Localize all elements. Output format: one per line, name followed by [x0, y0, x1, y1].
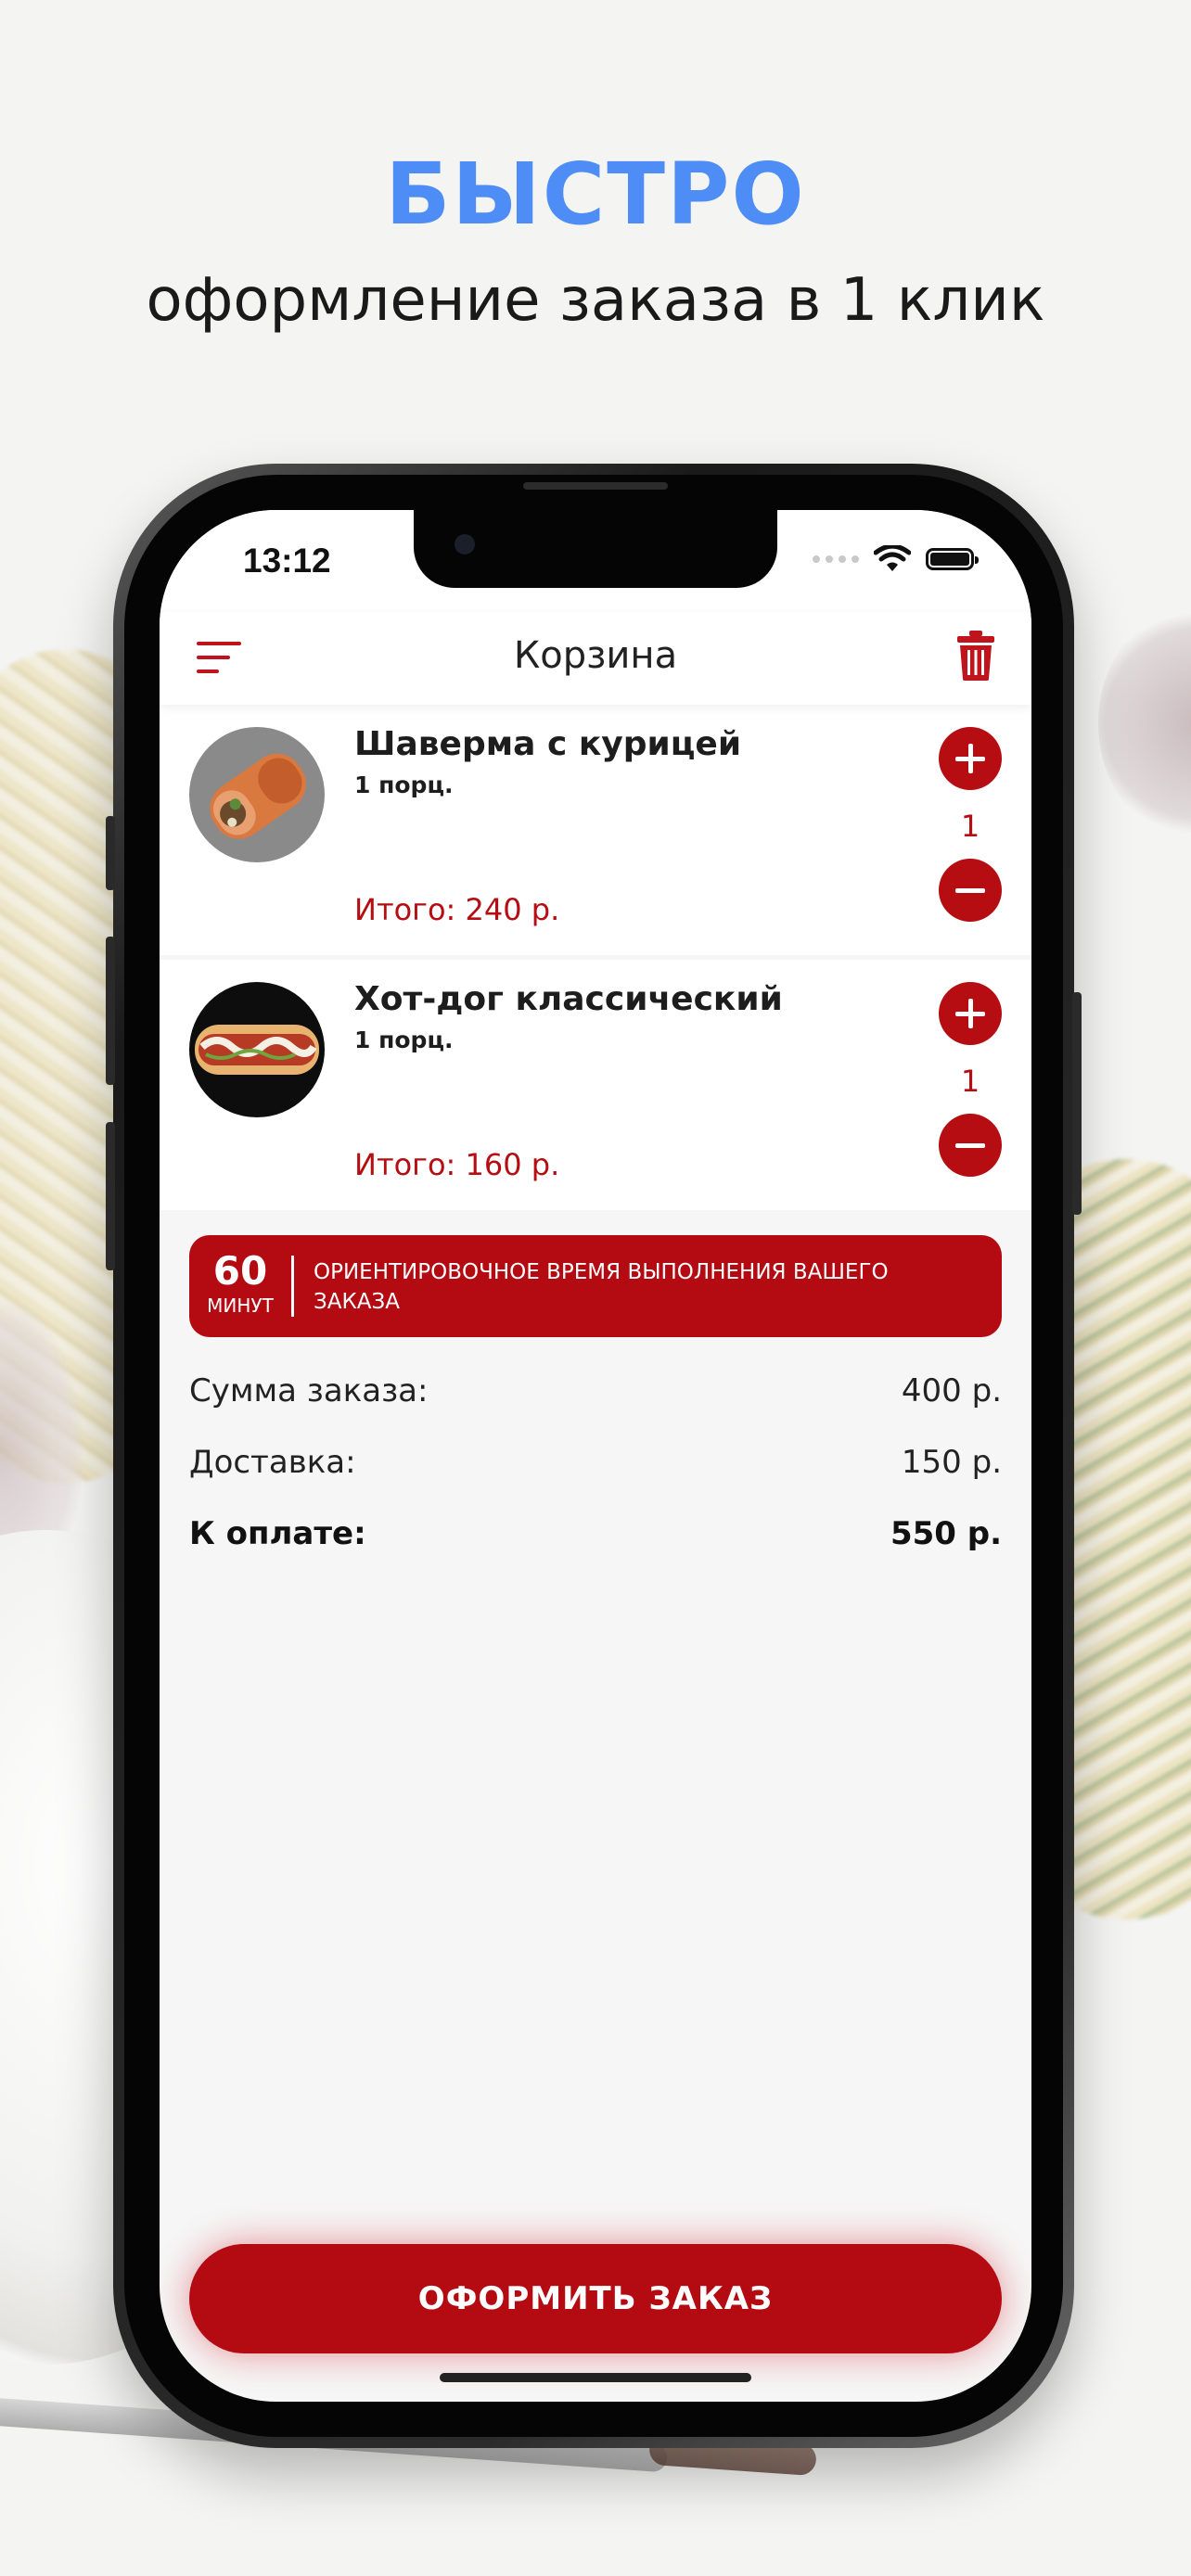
item-name: Хот-дог классический	[354, 980, 783, 1018]
total-value: 550 р.	[890, 1515, 1002, 1552]
decrease-quantity-button[interactable]	[939, 859, 1002, 922]
checkout-button[interactable]: ОФОРМИТЬ ЗАКАЗ	[189, 2244, 1002, 2353]
phone-side-button	[106, 816, 115, 890]
page-title: Корзина	[513, 634, 678, 677]
minus-icon	[955, 888, 985, 893]
camera-icon	[455, 534, 475, 555]
headline-title: БЫСТРО	[385, 145, 806, 244]
phone-side-button	[1072, 992, 1082, 1215]
home-indicator	[440, 2373, 751, 2382]
increase-quantity-button[interactable]	[939, 727, 1002, 790]
item-portion: 1 порц.	[354, 772, 454, 798]
delivery-time-value: 60	[212, 1248, 268, 1294]
wine-glass-decoration	[1098, 603, 1191, 844]
phone-side-button	[106, 1122, 115, 1270]
total-label: К оплате:	[189, 1515, 366, 1552]
subtotal-label: Сумма заказа:	[189, 1372, 429, 1409]
phone-screen: 13:12 Корзина Шаверма с курицей 1 порц. …	[160, 510, 1031, 2402]
battery-icon	[926, 548, 979, 570]
delivery-value: 150 р.	[901, 1444, 1002, 1481]
increase-quantity-button[interactable]	[939, 982, 1002, 1045]
hotdog-image	[189, 982, 325, 1117]
item-quantity: 1	[960, 1064, 980, 1099]
wifi-icon	[874, 545, 911, 571]
signal-icon	[813, 555, 859, 563]
headline-subtitle: оформление заказа в 1 клик	[146, 266, 1045, 335]
shawarma-image	[189, 727, 325, 862]
item-name: Шаверма с курицей	[354, 725, 742, 763]
phone-side-button	[106, 937, 115, 1085]
phone-notch	[414, 510, 777, 588]
trash-icon[interactable]	[957, 631, 994, 681]
cart-item: Хот-дог классический 1 порц. Итого: 160 …	[160, 960, 1031, 1210]
delivery-time-banner: 60 МИНУТ ОРИЕНТИРОВОЧНОЕ ВРЕМЯ ВЫПОЛНЕНИ…	[189, 1235, 1002, 1337]
status-time: 13:12	[243, 542, 331, 580]
status-icons	[813, 545, 979, 573]
promo-headline: БЫСТРО оформление заказа в 1 клик	[0, 139, 1191, 347]
subtotal-value: 400 р.	[901, 1372, 1002, 1409]
delivery-time-unit: МИНУТ	[207, 1294, 274, 1317]
phone-speaker	[523, 482, 668, 490]
delivery-label: Доставка:	[189, 1444, 356, 1481]
item-quantity: 1	[960, 809, 980, 844]
decrease-quantity-button[interactable]	[939, 1114, 1002, 1177]
banner-divider	[291, 1256, 294, 1317]
cart-item: Шаверма с курицей 1 порц. Итого: 240 р. …	[160, 705, 1031, 955]
app-header: Корзина	[160, 612, 1031, 705]
item-total: Итого: 240 р.	[354, 892, 560, 927]
item-portion: 1 порц.	[354, 1027, 454, 1053]
minus-icon	[955, 1143, 985, 1148]
item-total: Итого: 160 р.	[354, 1147, 560, 1182]
delivery-time-text: ОРИЕНТИРОВОЧНОЕ ВРЕМЯ ВЫПОЛНЕНИЯ ВАШЕГО …	[314, 1260, 889, 1314]
